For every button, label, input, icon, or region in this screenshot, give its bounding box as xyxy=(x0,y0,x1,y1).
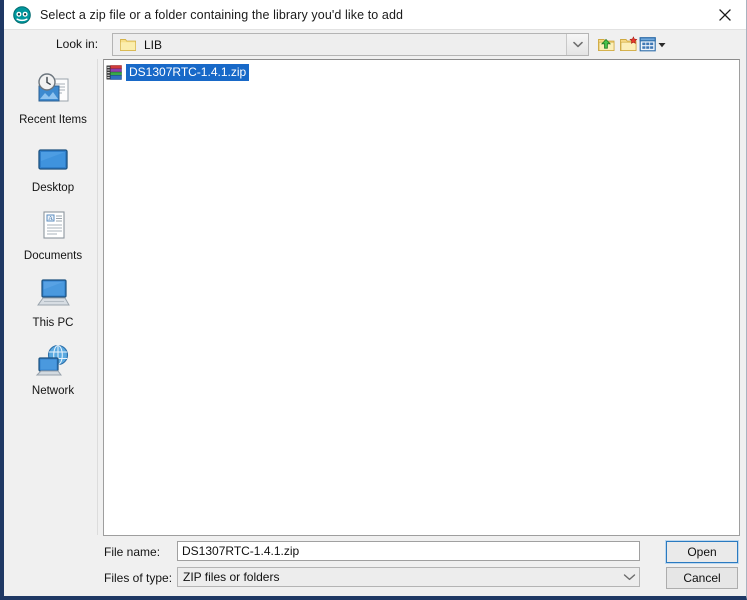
files-of-type-value: ZIP files or folders xyxy=(183,570,280,584)
sidebar-label: Network xyxy=(31,385,75,397)
arduino-logo-icon xyxy=(13,5,31,24)
dialog-footer: File name: Files of type: ZIP files or f… xyxy=(4,538,746,596)
file-chooser-dialog: Select a zip file or a folder containing… xyxy=(0,0,747,600)
up-one-level-button[interactable] xyxy=(596,34,617,55)
lookin-combobox[interactable]: LIB xyxy=(112,33,589,56)
sidebar-label: Recent Items xyxy=(19,114,87,126)
view-menu-icon xyxy=(639,37,666,52)
new-folder-icon xyxy=(620,36,638,51)
view-menu-button[interactable] xyxy=(638,34,668,55)
folder-icon xyxy=(120,38,136,52)
up-one-level-icon xyxy=(598,38,615,51)
title-bar: Select a zip file or a folder containing… xyxy=(4,0,746,30)
new-folder-button[interactable] xyxy=(618,34,639,55)
file-list[interactable]: DS1307RTC-1.4.1.zip xyxy=(103,59,740,536)
lookin-value: LIB xyxy=(144,37,163,52)
chevron-down-icon[interactable] xyxy=(623,568,636,586)
file-name-label[interactable]: DS1307RTC-1.4.1.zip xyxy=(126,64,250,81)
sidebar-label: Desktop xyxy=(31,182,75,194)
sidebar-label: This PC xyxy=(32,317,74,329)
svg-text:A: A xyxy=(48,215,53,222)
sidebar-item-this-pc[interactable]: This PC xyxy=(8,272,98,329)
file-name-input[interactable] xyxy=(177,541,640,561)
list-item[interactable]: DS1307RTC-1.4.1.zip xyxy=(106,64,250,81)
recent-items-icon xyxy=(8,69,98,111)
sidebar-item-documents[interactable]: A Documents xyxy=(8,205,98,262)
sidebar-label: Documents xyxy=(23,250,83,262)
documents-icon: A xyxy=(8,205,98,247)
window-title: Select a zip file or a folder containing… xyxy=(40,7,404,22)
sidebar-item-desktop[interactable]: Desktop xyxy=(8,137,98,194)
sidebar-item-network[interactable]: Network xyxy=(8,340,98,397)
sidebar-item-recent-items[interactable]: Recent Items xyxy=(8,69,98,126)
cancel-button[interactable]: Cancel xyxy=(666,567,738,589)
files-of-type-label: Files of type: xyxy=(104,571,173,585)
file-name-field-label: File name: xyxy=(104,545,161,559)
open-button[interactable]: Open xyxy=(665,540,739,564)
files-of-type-combobox[interactable]: ZIP files or folders xyxy=(177,567,640,587)
lookin-label: Look in: xyxy=(56,37,99,51)
lookin-toolbar: Look in: LIB xyxy=(4,33,746,58)
close-button[interactable] xyxy=(702,0,746,29)
places-sidebar: Recent Items Desktop A Documents This PC… xyxy=(8,59,98,535)
desktop-icon xyxy=(8,137,98,179)
this-pc-icon xyxy=(8,272,98,314)
network-icon xyxy=(8,340,98,382)
chevron-down-icon[interactable] xyxy=(566,34,588,55)
zip-archive-icon xyxy=(106,65,122,80)
